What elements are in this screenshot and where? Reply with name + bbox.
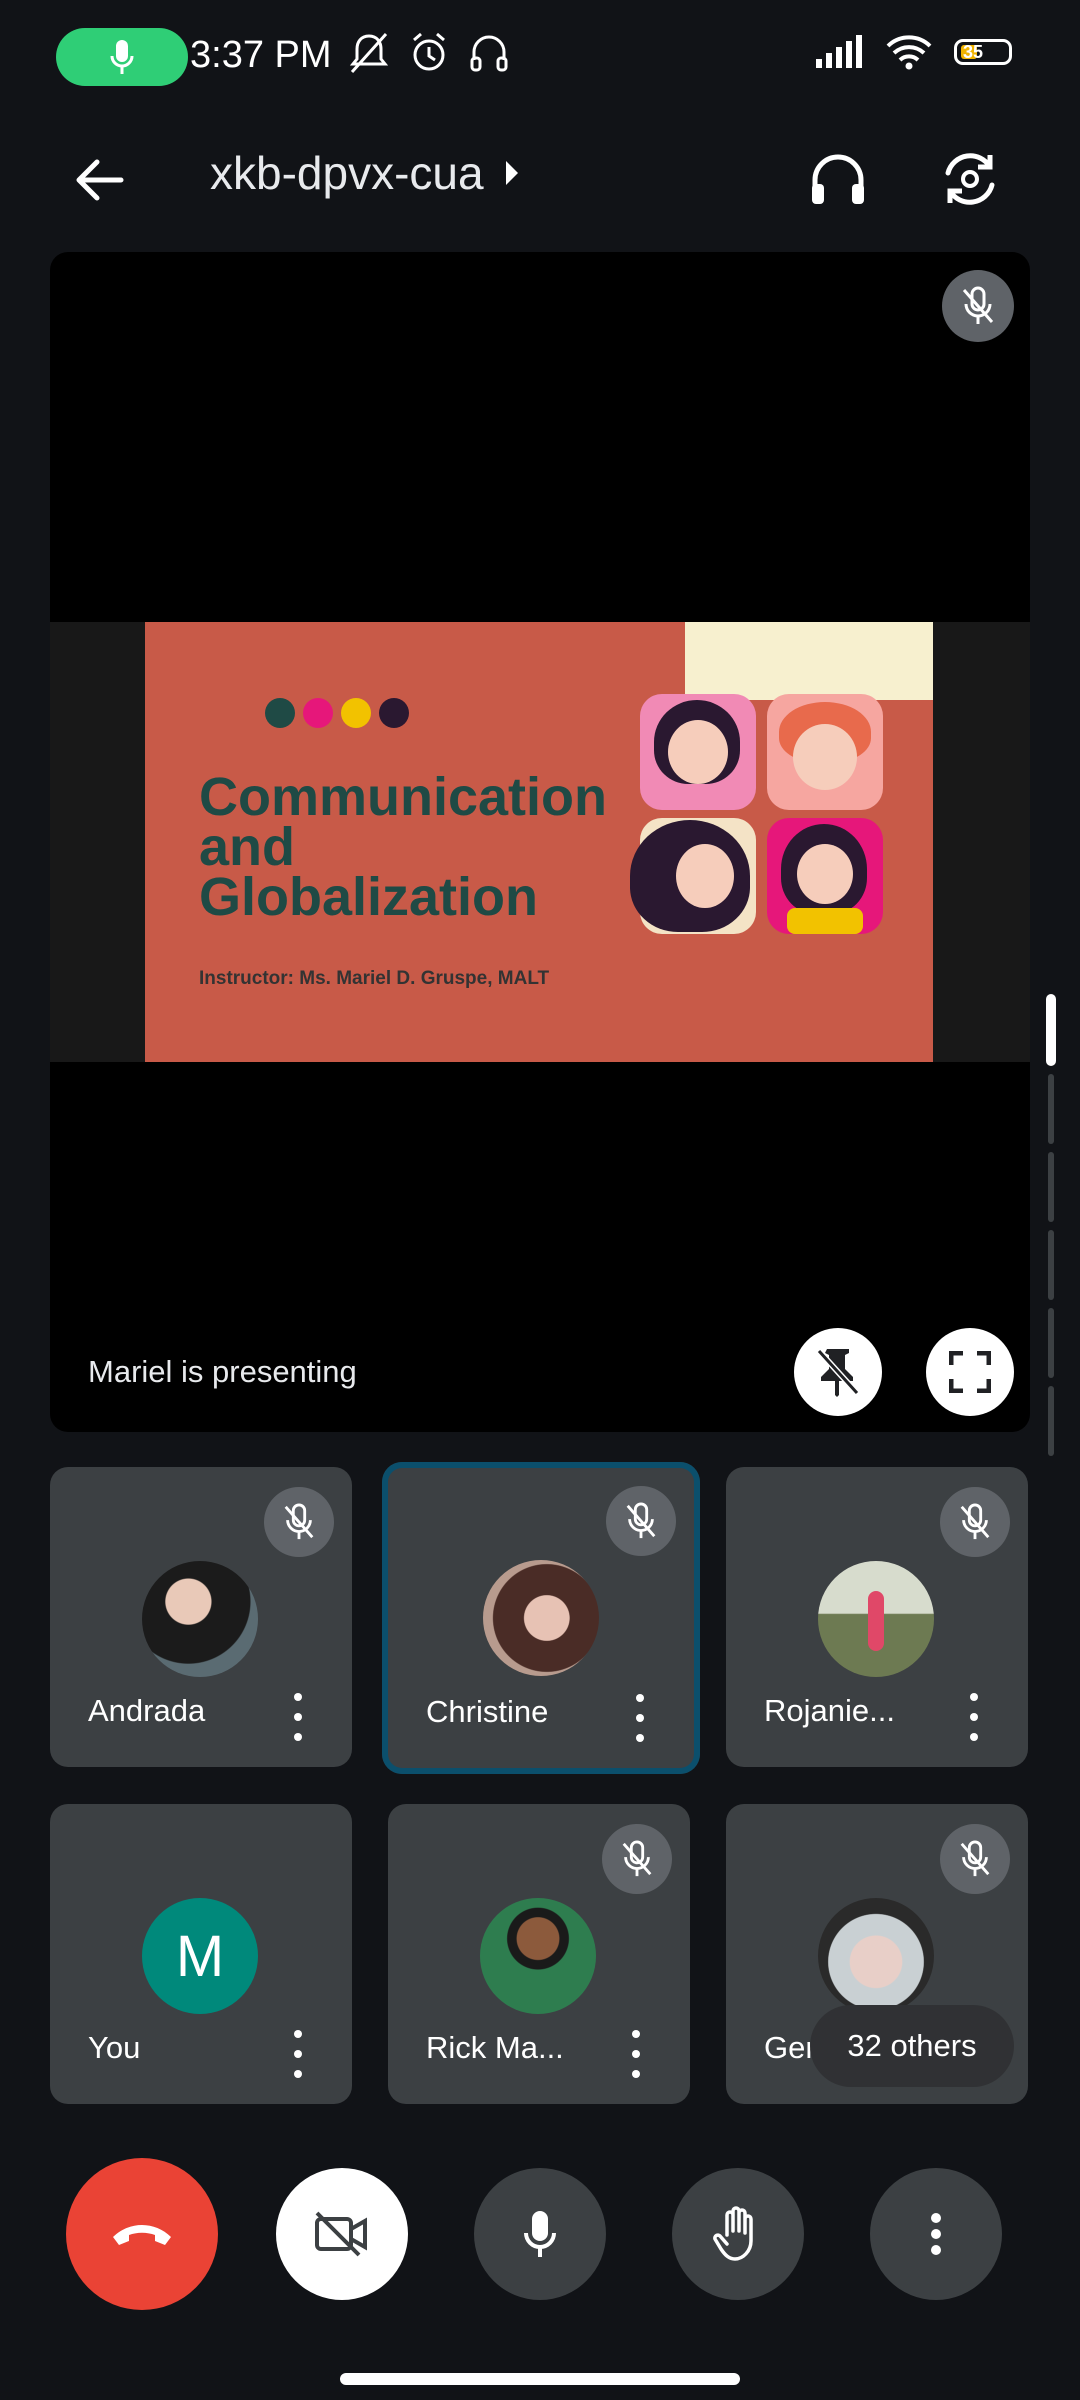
slide-title-line: Globalization [199, 867, 539, 927]
illustration-figure [767, 694, 883, 810]
mic-off-icon [960, 1503, 990, 1540]
scrollbar-track [1048, 1074, 1054, 1144]
end-call-icon [113, 2225, 171, 2245]
headphones-icon [812, 154, 864, 204]
participant-menu-button[interactable] [630, 1694, 650, 1742]
meeting-code-button[interactable]: xkb-dpvx-cua [210, 146, 520, 200]
raise-hand-button[interactable] [672, 2168, 804, 2300]
avatar [818, 1898, 934, 2014]
participant-tile-self[interactable]: M You [50, 1804, 352, 2104]
meeting-header: xkb-dpvx-cua [0, 120, 1080, 220]
illustration-figure [630, 818, 756, 934]
headset-icon [470, 35, 508, 72]
muted-indicator [940, 1824, 1010, 1894]
signal-icon [816, 35, 862, 68]
avatar [818, 1561, 934, 1677]
camera-toggle-button[interactable] [276, 2168, 408, 2300]
camera-off-icon [315, 2211, 367, 2257]
slide-dot [379, 698, 409, 728]
presenter-muted-indicator [942, 270, 1014, 342]
presentation-stage[interactable]: Communication and Globalization Instruct… [50, 252, 1030, 1432]
avatar [483, 1560, 599, 1676]
scrollbar-thumb[interactable] [1046, 994, 1056, 1066]
mic-off-icon [622, 1840, 652, 1877]
participant-name: You [88, 2030, 141, 2065]
illustration-figure [767, 818, 883, 934]
avatar [480, 1898, 596, 2014]
mic-off-icon [626, 1502, 656, 1539]
microphone-toggle-button[interactable] [474, 2168, 606, 2300]
mic-off-icon [284, 1503, 314, 1540]
avatar-initial: M [142, 1898, 258, 2014]
microphone-icon [524, 2211, 556, 2257]
participant-menu-button[interactable] [964, 1693, 984, 1741]
slide-dot [303, 698, 333, 728]
avatar [142, 1561, 258, 1677]
microphone-icon [110, 40, 134, 74]
home-indicator[interactable] [340, 2373, 740, 2385]
muted-indicator [606, 1486, 676, 1556]
back-button[interactable] [60, 140, 140, 220]
switch-camera-button[interactable] [925, 134, 1015, 224]
slide-dot [265, 698, 295, 728]
slide-dot [341, 698, 371, 728]
mic-active-indicator[interactable] [56, 28, 188, 86]
end-call-button[interactable] [66, 2158, 218, 2310]
alarm-icon [413, 32, 445, 71]
slide-title: Communication and Globalization [199, 767, 608, 927]
participant-tile[interactable]: Christine [382, 1462, 700, 1774]
participant-tile[interactable]: Rojanie... [726, 1467, 1028, 1767]
clock: 3:37 PM [190, 34, 332, 76]
participant-menu-button[interactable] [288, 2030, 308, 2078]
caret-right-icon [505, 161, 518, 185]
others-count-button[interactable]: 32 others [810, 2005, 1014, 2087]
system-indicators: 35 [814, 34, 1012, 70]
mic-off-icon [962, 286, 994, 324]
illustration-figure [640, 694, 756, 810]
back-arrow-icon [76, 159, 124, 201]
unpin-icon [816, 1348, 860, 1397]
slide-title-line: and [199, 817, 296, 877]
unpin-button[interactable] [794, 1328, 882, 1416]
participant-name: Andrada [88, 1693, 206, 1728]
notification-icons [348, 30, 510, 76]
switch-camera-icon [945, 153, 995, 205]
fullscreen-icon [949, 1351, 991, 1393]
scrollbar-track [1048, 1386, 1054, 1456]
participant-tile[interactable]: Rick Ma... [388, 1804, 690, 2104]
mic-off-icon [960, 1840, 990, 1877]
battery-level: 35 [963, 41, 984, 62]
meeting-code: xkb-dpvx-cua [210, 147, 484, 199]
participant-name: Rick Ma... [426, 2030, 564, 2065]
battery-indicator: 35 [954, 39, 1012, 65]
participant-menu-button[interactable] [626, 2030, 646, 2078]
slide-instructor: Instructor: Ms. Mariel D. Gruspe, MALT [199, 968, 550, 989]
wifi-icon [886, 35, 932, 70]
participant-name: Rojanie... [764, 1693, 895, 1728]
more-options-button[interactable] [870, 2168, 1002, 2300]
presenting-label: Mariel is presenting [88, 1354, 357, 1389]
participant-tile[interactable]: Andrada [50, 1467, 352, 1767]
raise-hand-icon [713, 2206, 753, 2261]
bell-muted-icon [349, 32, 389, 74]
muted-indicator [940, 1487, 1010, 1557]
slide-title-line: Communication [199, 767, 608, 827]
scrollbar-track [1048, 1152, 1054, 1222]
status-bar: 3:37 PM 35 [0, 0, 1080, 110]
muted-indicator [264, 1487, 334, 1557]
scrollbar-track [1048, 1230, 1054, 1300]
audio-output-button[interactable] [793, 134, 883, 224]
shared-slide: Communication and Globalization Instruct… [145, 622, 933, 1062]
fullscreen-button[interactable] [926, 1328, 1014, 1416]
muted-indicator [602, 1824, 672, 1894]
participant-menu-button[interactable] [288, 1693, 308, 1741]
more-options-icon [931, 2213, 941, 2255]
scrollbar-track [1048, 1308, 1054, 1378]
participant-name: Christine [426, 1694, 549, 1729]
slide-accent-block [685, 622, 933, 700]
